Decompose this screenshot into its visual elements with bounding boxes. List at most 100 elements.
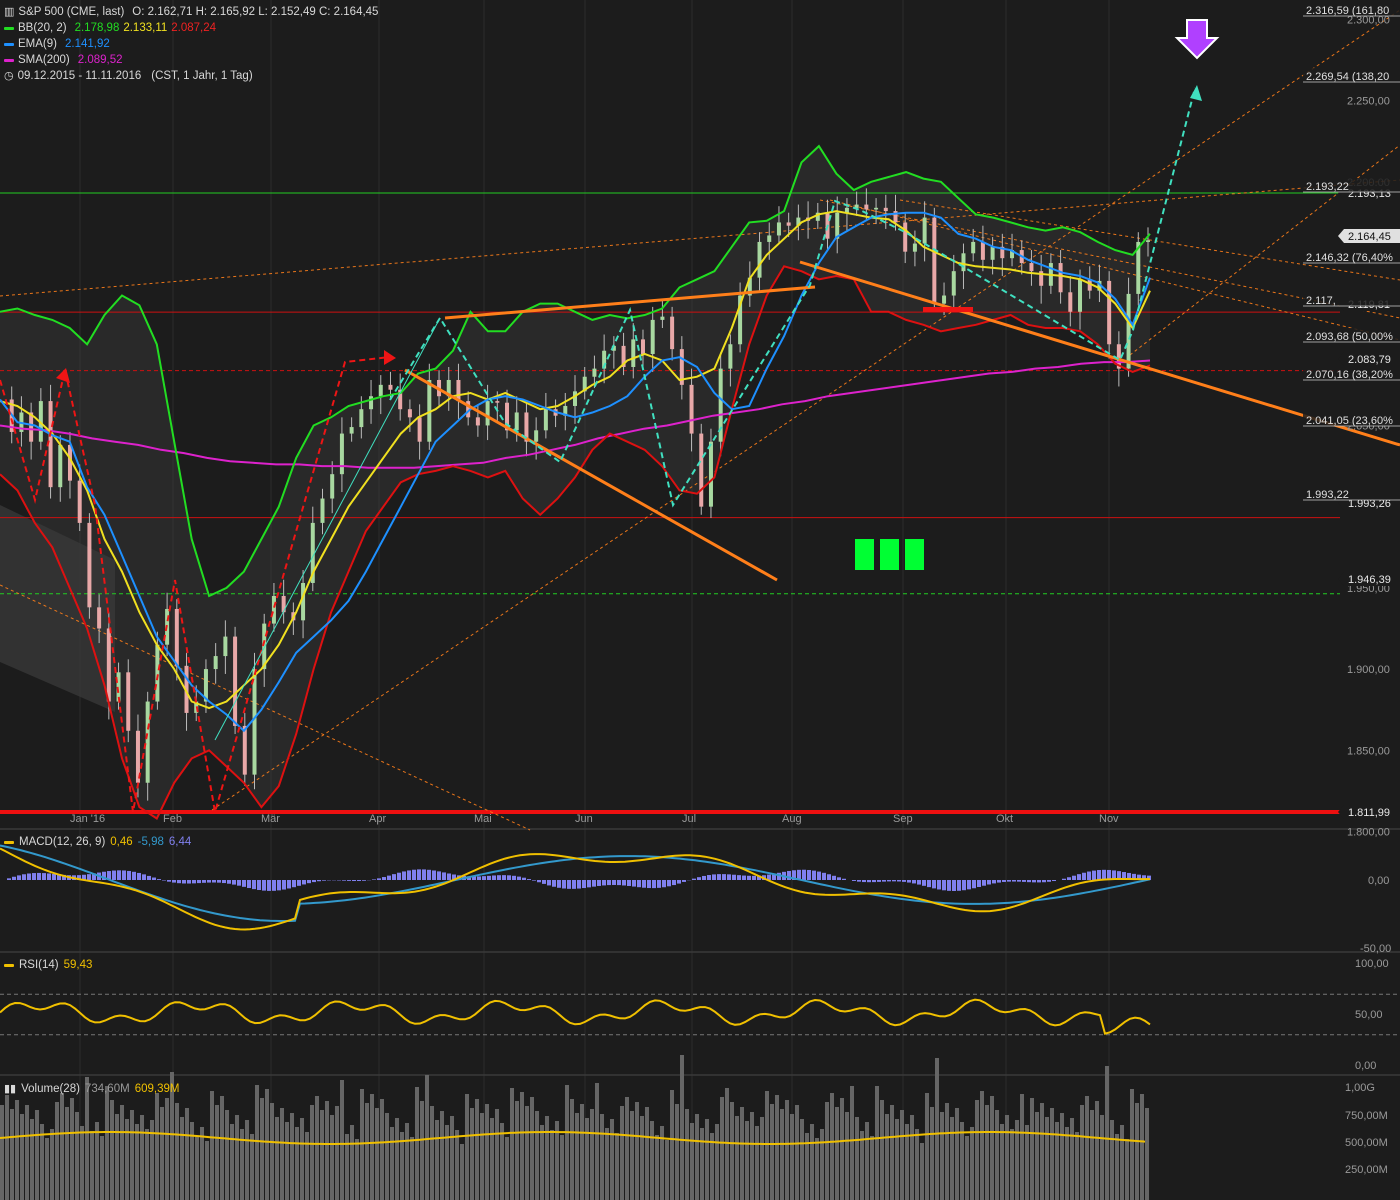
macd-hist-bar — [347, 880, 351, 881]
macd-hist-bar — [122, 870, 126, 880]
macd-hist-bar — [607, 880, 611, 886]
volume-bar — [10, 1109, 14, 1200]
volume-bar — [510, 1088, 514, 1200]
volume-bar — [560, 1135, 564, 1200]
volume-bar — [835, 1107, 839, 1200]
volume-bar — [705, 1119, 709, 1200]
macd-hist-bar — [962, 880, 966, 891]
macd-hist-bar — [237, 880, 241, 886]
volume-bar — [70, 1098, 74, 1200]
macd-hist-bar — [417, 869, 421, 880]
bb-label: BB(20, 2) — [18, 22, 67, 34]
macd-hist-bar — [897, 880, 901, 882]
candle-body — [640, 339, 645, 354]
macd-hist-bar — [492, 875, 496, 880]
fib-level-label: 2.093,68 (50,00% — [1306, 331, 1393, 343]
macd-hist-bar — [512, 875, 516, 880]
macd-hist-bar — [722, 874, 726, 880]
macd-hist-bar — [957, 880, 961, 891]
macd-hist-bar — [1007, 880, 1011, 882]
macd-hist-bar — [1082, 872, 1086, 880]
candle-body — [155, 644, 160, 702]
volume-bar — [500, 1123, 504, 1200]
volume-bar — [380, 1099, 384, 1200]
volume-bar — [455, 1130, 459, 1200]
macd-hist-bar — [637, 880, 641, 888]
month-label-10: Nov — [1099, 813, 1119, 825]
candle-body — [864, 204, 869, 210]
bb-upper-value: 2.178,98 — [74, 22, 120, 34]
candle-body — [252, 669, 257, 775]
volume-bar — [520, 1092, 524, 1200]
macd-hist-bar — [1052, 880, 1056, 882]
macd-hist-bar — [87, 874, 91, 880]
candle-body — [650, 319, 655, 354]
fib-level-label: 2.316,59 (161,80 — [1306, 5, 1389, 17]
macd-hist-bar — [572, 880, 576, 889]
volume-bar — [515, 1101, 519, 1200]
symbol-name: S&P 500 (CME, last) — [18, 6, 125, 18]
volume-bar — [90, 1131, 94, 1200]
macd-hist-bar — [517, 876, 521, 880]
volume-bar — [290, 1113, 294, 1200]
macd-hist-bar — [1017, 880, 1021, 882]
volume-bar — [0, 1105, 4, 1200]
volume-bar — [1095, 1101, 1099, 1200]
volume-bar — [55, 1102, 59, 1200]
macd-hist-bar — [892, 880, 896, 882]
volume-bar — [815, 1138, 819, 1200]
volume-bar — [545, 1116, 549, 1200]
macd-hist-bar — [917, 880, 921, 885]
volume-bar — [355, 1139, 359, 1200]
macd-hist-bar — [297, 880, 301, 886]
volume-bar — [530, 1097, 534, 1200]
macd-hist-bar — [812, 870, 816, 880]
macd-hist-bar — [627, 880, 631, 886]
volume-bar — [745, 1121, 749, 1200]
macd-hist-bar — [977, 880, 981, 887]
macd-hist-bar — [537, 880, 541, 883]
volume-bar — [650, 1121, 654, 1200]
volume-bar — [585, 1118, 589, 1200]
fib-level-label: 2.146,32 (76,40% — [1306, 252, 1393, 264]
rsi-tick-label: 0,00 — [1355, 1060, 1376, 1072]
chart-canvas[interactable]: 2.300,002.250,002.200,002.050,001.950,00… — [0, 0, 1400, 1200]
candle-body — [534, 430, 539, 442]
macd-hist-bar — [562, 880, 566, 889]
date-range: 09.12.2015 - 11.11.2016 — [17, 70, 142, 82]
macd-hist-bar — [822, 872, 826, 880]
volume-bar — [860, 1131, 864, 1200]
macd-hist-bar — [882, 880, 886, 882]
macd-hist-bar — [27, 873, 31, 880]
macd-hist-bar — [527, 879, 531, 880]
candle-body — [592, 368, 597, 377]
month-label-1: Feb — [163, 813, 182, 825]
volume-bar — [640, 1116, 644, 1200]
candle-body — [242, 725, 247, 775]
macd-hist-bar — [212, 880, 216, 883]
macd-hist-bar — [187, 880, 191, 884]
macd-hist-bar — [372, 879, 376, 880]
volume-bar — [175, 1103, 179, 1200]
macd-hist-bar — [672, 880, 676, 886]
volume-bar — [620, 1106, 624, 1200]
volume-bar — [285, 1122, 289, 1200]
macd-hist-bar — [702, 875, 706, 880]
volume-bar — [440, 1111, 444, 1200]
volume-bar — [185, 1108, 189, 1200]
macd-hist-bar — [837, 877, 841, 880]
volume-bar — [880, 1100, 884, 1200]
volume-tick-label: 750,00M — [1345, 1110, 1388, 1122]
volume-bar — [205, 1141, 209, 1200]
green-marker-1 — [880, 539, 899, 570]
volume-bar — [490, 1118, 494, 1200]
volume-bar — [810, 1124, 814, 1200]
volume-bar — [1050, 1108, 1054, 1200]
volume-bar — [825, 1102, 829, 1200]
macd-hist-bar — [1097, 870, 1101, 880]
macd-hist-bar — [877, 880, 881, 882]
volume-bar — [755, 1126, 759, 1200]
volume-bar — [920, 1143, 924, 1200]
volume-bar — [305, 1132, 309, 1200]
volume-bar — [575, 1113, 579, 1200]
